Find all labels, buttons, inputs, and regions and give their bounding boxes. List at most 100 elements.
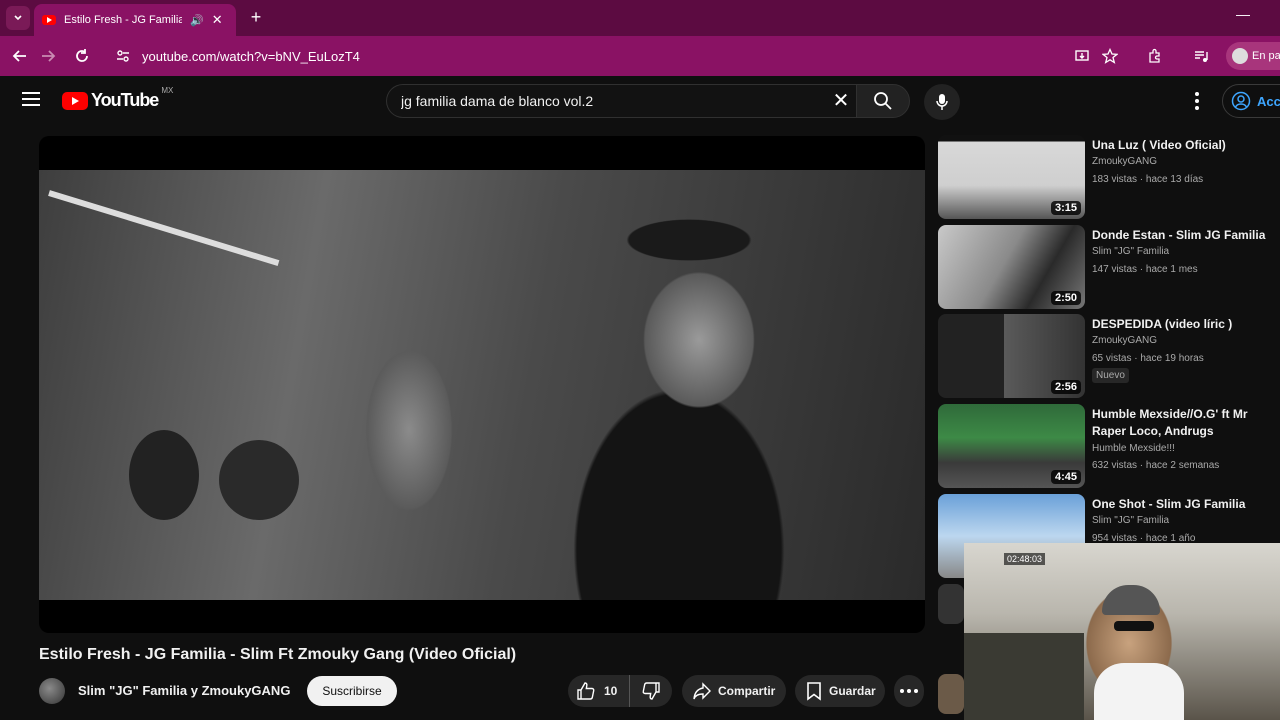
playlist-music-icon <box>1195 51 1208 62</box>
address-bar[interactable]: youtube.com/watch?v=bNV_EuLozT4 <box>104 40 1134 72</box>
more-actions-button[interactable] <box>894 675 924 707</box>
minimize-window-icon[interactable]: — <box>1236 6 1250 22</box>
search-box[interactable] <box>386 84 856 118</box>
arrow-left-icon <box>12 50 26 62</box>
like-dislike-group: 10 <box>568 675 672 707</box>
person-sunglasses <box>1114 621 1154 631</box>
logo-text: YouTube <box>91 90 159 110</box>
profile-label: En pau <box>1252 50 1280 62</box>
webcam-overlay: 02:48:03 <box>964 543 1280 720</box>
browser-tab-strip: Estilo Fresh - JG Familia - Sl 🔊 ✕ + — <box>0 0 1280 36</box>
new-tab-button[interactable]: + <box>246 7 266 28</box>
active-tab[interactable]: Estilo Fresh - JG Familia - Sl 🔊 ✕ <box>34 4 236 36</box>
channel-avatar[interactable] <box>39 678 65 704</box>
profile-avatar <box>1232 48 1248 64</box>
clear-search-icon[interactable]: ✕ <box>830 90 852 112</box>
recommendation-meta: 65 vistas · hace 19 horas <box>1092 353 1204 364</box>
like-button[interactable]: 10 <box>568 675 630 707</box>
sign-in-label: Acce <box>1257 93 1280 109</box>
recommendation-item[interactable]: 3:15 Una Luz ( Video Oficial) ZmoukyGANG… <box>938 135 1280 219</box>
voice-search-button[interactable] <box>924 84 960 120</box>
video-thumbnail[interactable] <box>938 674 964 714</box>
dislike-button[interactable] <box>630 675 672 707</box>
duration-badge: 2:50 <box>1050 291 1081 305</box>
url-text: youtube.com/watch?v=bNV_EuLozT4 <box>142 48 360 64</box>
recommendation-title[interactable]: DESPEDIDA (video líric ) <box>1092 316 1272 333</box>
share-button[interactable]: Compartir <box>682 675 786 707</box>
recommendation-meta: 632 vistas · hace 2 semanas <box>1092 460 1220 471</box>
recommendation-item[interactable] <box>938 674 964 714</box>
sun-decoration <box>219 440 299 520</box>
recommendation-item[interactable]: 4:45 Humble Mexside//O.G' ft Mr Raper Lo… <box>938 404 1280 488</box>
recommendation-channel[interactable]: ZmoukyGANG <box>1092 335 1157 346</box>
youtube-logo[interactable]: YouTube MX <box>62 86 173 111</box>
channel-name[interactable]: Slim "JG" Familia y ZmoukyGANG <box>78 683 290 698</box>
account-icon <box>1231 91 1251 111</box>
reload-icon <box>76 49 88 62</box>
share-label: Compartir <box>718 684 776 698</box>
save-button[interactable]: Guardar <box>795 675 885 707</box>
video-thumbnail[interactable]: 4:45 <box>938 404 1085 488</box>
search-input[interactable] <box>401 93 821 109</box>
recommendation-item[interactable]: 2:50 Donde Estan - Slim JG Familia Slim … <box>938 225 1280 309</box>
recommendation-channel[interactable]: Slim "JG" Familia <box>1092 515 1169 526</box>
video-thumbnail[interactable] <box>938 584 964 624</box>
duration-badge: 4:45 <box>1050 470 1081 484</box>
video-frame <box>39 170 925 600</box>
tab-title: Estilo Fresh - JG Familia - Sl <box>64 14 182 26</box>
youtube-play-icon <box>62 91 88 110</box>
tab-list-button[interactable] <box>6 6 30 30</box>
profile-button[interactable]: En pau <box>1226 42 1280 70</box>
recommendation-channel[interactable]: Humble Mexside!!! <box>1092 443 1175 454</box>
recommendation-title[interactable]: Donde Estan - Slim JG Familia <box>1092 227 1272 244</box>
recommendation-channel[interactable]: Slim "JG" Familia <box>1092 246 1169 257</box>
recommendation-meta: 183 vistas · hace 13 días <box>1092 174 1204 185</box>
recommendation-meta: 147 vistas · hace 1 mes <box>1092 264 1198 275</box>
close-tab-icon[interactable]: ✕ <box>212 12 223 28</box>
install-app-button[interactable] <box>1072 46 1092 66</box>
arrow-right-icon <box>42 50 56 62</box>
search-button[interactable] <box>856 84 910 118</box>
puzzle-icon <box>1149 48 1160 63</box>
person-cap <box>1102 585 1160 615</box>
media-controls-button[interactable] <box>1191 46 1211 66</box>
sofa <box>964 633 1084 720</box>
forward-button[interactable] <box>38 46 58 66</box>
recommendation-channel[interactable]: ZmoukyGANG <box>1092 156 1157 167</box>
chevron-down-icon <box>14 15 22 21</box>
fluorescent-light <box>48 190 280 267</box>
sign-in-button[interactable]: Acce <box>1222 84 1280 118</box>
video-thumbnail[interactable]: 3:15 <box>938 135 1085 219</box>
back-button[interactable] <box>10 46 30 66</box>
thumbs-down-icon <box>642 682 660 700</box>
duration-badge: 3:15 <box>1050 201 1081 215</box>
hamburger-menu-icon[interactable] <box>22 92 40 106</box>
video-player[interactable] <box>39 136 925 633</box>
reload-button[interactable] <box>72 46 92 66</box>
settings-more-icon[interactable] <box>1190 92 1204 110</box>
country-code: MX <box>161 86 174 95</box>
recommendation-item[interactable]: 2:56 DESPEDIDA (video líric ) ZmoukyGANG… <box>938 314 1280 398</box>
subscribe-button[interactable]: Suscribirse <box>307 676 397 706</box>
recommendation-title[interactable]: Humble Mexside//O.G' ft Mr Raper Loco, A… <box>1092 406 1272 440</box>
recommendation-item[interactable] <box>938 584 964 668</box>
new-badge: Nuevo <box>1092 368 1129 383</box>
bookmark-icon <box>807 682 821 701</box>
bookmark-star-button[interactable] <box>1100 46 1120 66</box>
speaker-icon[interactable]: 🔊 <box>190 14 204 27</box>
moon-decoration <box>129 430 199 520</box>
star-icon <box>1102 48 1118 64</box>
youtube-masthead: YouTube MX ✕ Acce <box>0 76 1280 126</box>
browser-toolbar: youtube.com/watch?v=bNV_EuLozT4 En pau <box>0 36 1280 76</box>
share-arrow-icon <box>693 682 711 700</box>
install-icon <box>1075 50 1089 61</box>
extensions-button[interactable] <box>1145 46 1165 66</box>
video-thumbnail[interactable]: 2:50 <box>938 225 1085 309</box>
person-shirt <box>1094 663 1184 720</box>
duration-badge: 2:56 <box>1050 380 1081 394</box>
site-settings-icon[interactable] <box>116 49 130 63</box>
recommendation-title[interactable]: Una Luz ( Video Oficial) <box>1092 137 1272 154</box>
microphone-icon <box>936 94 948 110</box>
recommendation-title[interactable]: One Shot - Slim JG Familia <box>1092 496 1272 513</box>
video-thumbnail[interactable]: 2:56 <box>938 314 1085 398</box>
